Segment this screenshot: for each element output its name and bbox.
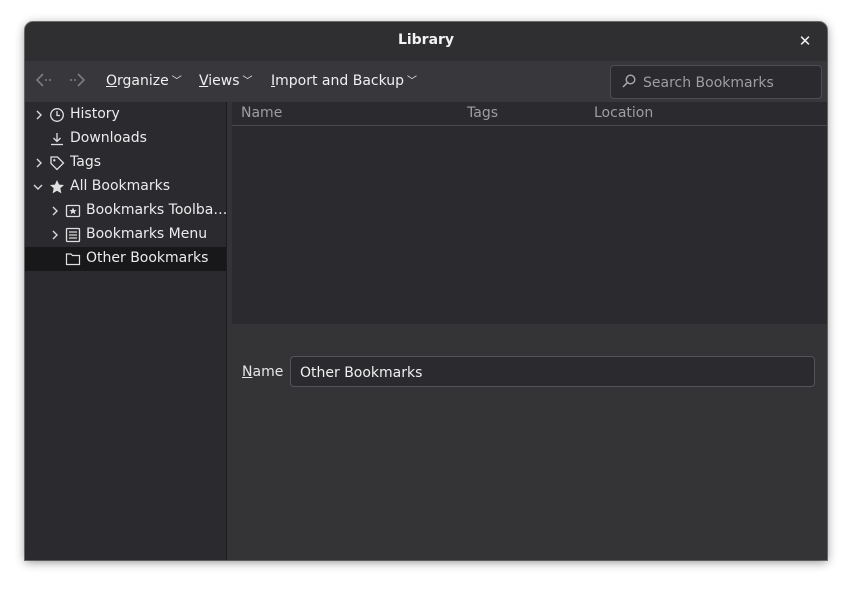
name-field-label: Name <box>242 364 283 380</box>
views-label: iews <box>208 73 240 89</box>
sidebar-item-label: All Bookmarks <box>70 178 171 194</box>
chevron-down-icon: ﹀ <box>407 76 418 87</box>
chevron-right-icon[interactable] <box>50 229 60 241</box>
forward-button[interactable] <box>67 71 87 89</box>
column-header-tags[interactable]: Tags <box>467 105 498 121</box>
sidebar-item-other-bookmarks[interactable]: Other Bookmarks <box>25 247 226 271</box>
sidebar-item-tags[interactable]: Tags <box>25 151 226 175</box>
sidebar-item-label: Bookmarks Toolba… <box>86 202 226 218</box>
window-title: Library <box>397 32 455 48</box>
sidebar-tree: History Downloads Tags All Bookmarks Boo… <box>25 102 227 560</box>
close-icon[interactable]: ✕ <box>795 31 815 51</box>
back-arrow-icon <box>35 73 51 87</box>
toolbar: Organize ﹀ Views ﹀ Import and Backup ﹀ <box>25 61 827 102</box>
library-window: Library ✕ Organize ﹀ Views ﹀ Import and Ba… <box>25 22 827 560</box>
chevron-down-icon: ﹀ <box>242 76 253 87</box>
views-mnemonic: V <box>199 73 209 89</box>
forward-arrow-icon <box>70 73 86 87</box>
import-backup-menu-button[interactable]: Import and Backup ﹀ <box>271 73 417 89</box>
sidebar-item-downloads[interactable]: Downloads <box>25 127 226 151</box>
content-pane: Name Tags Location Name Other Bookmarks <box>227 102 827 560</box>
column-header-row: Name Tags Location <box>232 102 827 126</box>
name-input[interactable]: Other Bookmarks <box>290 356 815 387</box>
download-icon <box>51 133 63 146</box>
sidebar-item-bookmarks-menu[interactable]: Bookmarks Menu <box>25 223 226 247</box>
column-header-location[interactable]: Location <box>594 105 653 121</box>
organize-label: rganize <box>117 73 169 89</box>
search-box[interactable] <box>610 65 822 99</box>
tag-icon <box>50 156 65 171</box>
search-input[interactable] <box>641 72 815 94</box>
chevron-down-icon: ﹀ <box>171 76 182 87</box>
sidebar-item-all-bookmarks[interactable]: All Bookmarks <box>25 175 226 199</box>
chevron-right-icon[interactable] <box>34 109 44 121</box>
chevron-down-icon[interactable] <box>33 181 43 193</box>
sidebar-item-label: Tags <box>70 154 101 170</box>
column-header-name[interactable]: Name <box>241 105 282 121</box>
sidebar-item-bookmarks-toolbar[interactable]: Bookmarks Toolba… <box>25 199 226 223</box>
title-bar[interactable]: Library ✕ <box>25 22 827 61</box>
bookmarks-list[interactable]: Name Tags Location <box>232 102 827 324</box>
sidebar-item-label: History <box>70 106 120 122</box>
back-button[interactable] <box>34 71 54 89</box>
sidebar-item-history[interactable]: History <box>25 103 226 127</box>
chevron-right-icon[interactable] <box>50 205 60 217</box>
sidebar-item-label: Bookmarks Menu <box>86 226 208 242</box>
views-menu-button[interactable]: Views ﹀ <box>199 73 253 89</box>
organize-mnemonic: O <box>106 73 118 89</box>
clock-icon <box>50 108 64 122</box>
star-icon <box>50 180 64 194</box>
bookmarks-menu-icon <box>65 227 81 243</box>
import-backup-label: mport and Backup <box>275 73 405 89</box>
name-label-rest: ame <box>252 364 284 380</box>
search-icon <box>622 74 636 88</box>
folder-icon <box>65 253 81 266</box>
sidebar-item-label: Other Bookmarks <box>86 250 209 266</box>
chevron-right-icon[interactable] <box>34 157 44 169</box>
bookmarks-toolbar-icon <box>65 204 81 218</box>
name-label-mnemonic: N <box>242 364 253 380</box>
sidebar-item-label: Downloads <box>70 130 147 146</box>
organize-menu-button[interactable]: Organize ﹀ <box>106 73 182 89</box>
